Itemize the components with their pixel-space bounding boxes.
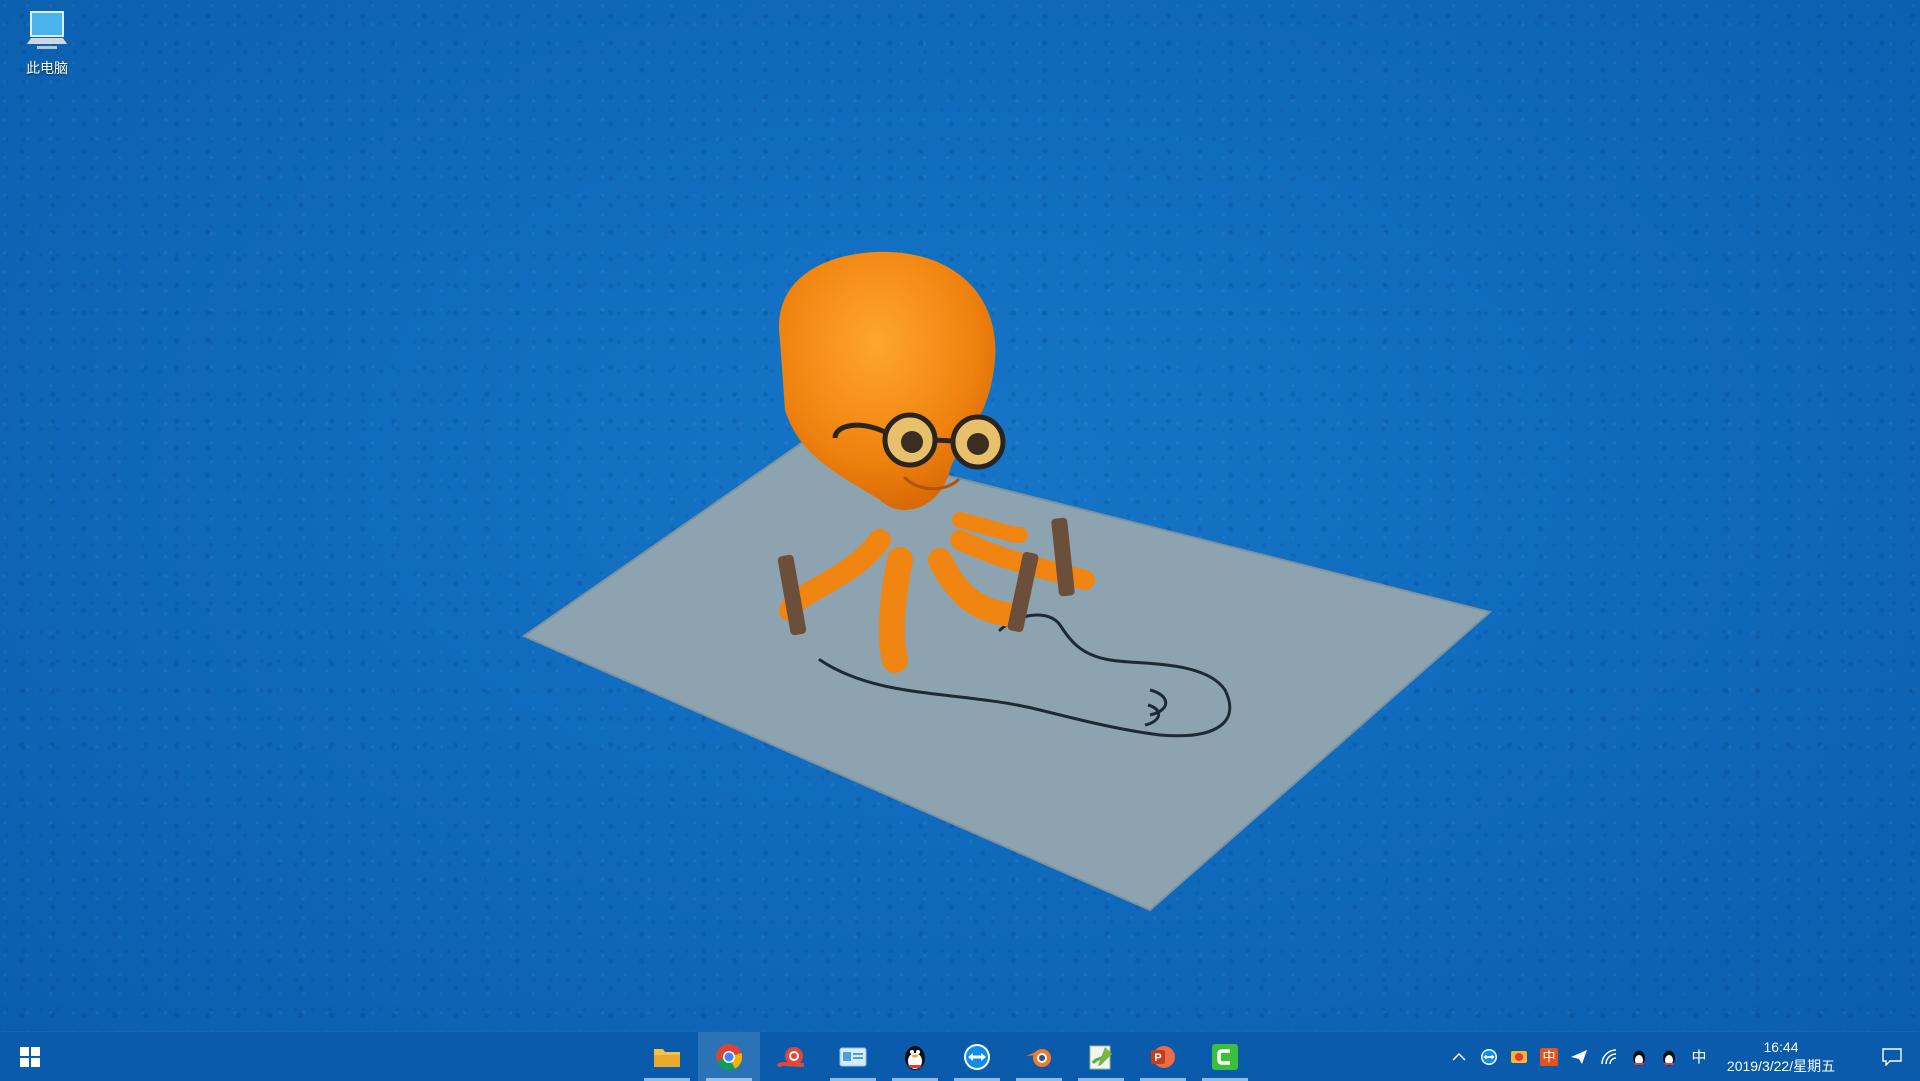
taskbar: P 中 中 16:44 2019/3/22/星期五 [0, 1031, 1920, 1081]
taskbar-app-powerpoint[interactable]: P [1132, 1032, 1194, 1081]
start-button[interactable] [0, 1032, 60, 1081]
tray-ime-sogou[interactable]: 中 [1534, 1032, 1564, 1081]
taskbar-app-chrome[interactable] [698, 1032, 760, 1081]
id-card-icon [839, 1047, 867, 1066]
action-center-button[interactable] [1864, 1032, 1920, 1081]
taskbar-app-file-explorer[interactable] [636, 1032, 698, 1081]
tray-network[interactable] [1594, 1032, 1624, 1081]
paper-sheet [524, 440, 1490, 910]
system-tray: 中 中 [1444, 1032, 1714, 1081]
clock-time: 16:44 [1763, 1038, 1799, 1055]
blender-icon [1026, 1048, 1051, 1067]
paper-plane-icon [1571, 1049, 1587, 1064]
wifi-icon [1601, 1048, 1617, 1064]
teamviewer-icon [1481, 1048, 1497, 1065]
wallpaper-octopus-artwork [521, 251, 1493, 912]
penguin-icon [1633, 1050, 1645, 1065]
tray-qq-mail[interactable] [1504, 1032, 1534, 1081]
chevron-up-icon [1452, 1052, 1466, 1061]
clock-date: 2019/3/22/星期五 [1726, 1057, 1836, 1074]
powerpoint-icon: P [1151, 1045, 1175, 1068]
teamviewer-icon [964, 1043, 990, 1070]
tray-paper-plane[interactable] [1564, 1032, 1594, 1081]
snail-icon [776, 1046, 805, 1068]
ime-badge-icon: 中 [1540, 1047, 1558, 1066]
green-notepad-icon [1089, 1045, 1112, 1069]
taskbar-app-snail[interactable] [760, 1032, 822, 1081]
penguin-icon [905, 1045, 925, 1070]
taskbar-apps: P [636, 1032, 1256, 1081]
desktop-icon-label: 此电脑 [26, 60, 68, 76]
taskbar-clock[interactable]: 16:44 2019/3/22/星期五 [1706, 1032, 1856, 1081]
taskbar-app-blender[interactable] [1008, 1032, 1070, 1081]
tray-qq-2[interactable] [1654, 1032, 1684, 1081]
windows-logo-icon [20, 1046, 40, 1067]
show-hidden-icons-button[interactable] [1444, 1032, 1474, 1081]
desktop: 此电脑 [0, 0, 1920, 1031]
penguin-icon [1663, 1050, 1675, 1065]
taskbar-app-id-card[interactable] [822, 1032, 884, 1081]
qq-mail-icon [1511, 1050, 1527, 1063]
desktop-icon-this-pc[interactable]: 此电脑 [14, 8, 80, 78]
notification-icon [1882, 1047, 1902, 1066]
svg-text:P: P [1154, 1052, 1161, 1064]
tray-teamviewer[interactable] [1474, 1032, 1504, 1081]
taskbar-app-teamviewer[interactable] [946, 1032, 1008, 1081]
taskbar-app-qq[interactable] [884, 1032, 946, 1081]
camtasia-icon [1212, 1043, 1238, 1070]
taskbar-app-camtasia[interactable] [1194, 1032, 1256, 1081]
chrome-icon [716, 1043, 743, 1070]
tray-qq-1[interactable] [1624, 1032, 1654, 1081]
taskbar-app-notepad[interactable] [1070, 1032, 1132, 1081]
computer-icon [27, 11, 67, 49]
folder-icon [654, 1048, 680, 1067]
